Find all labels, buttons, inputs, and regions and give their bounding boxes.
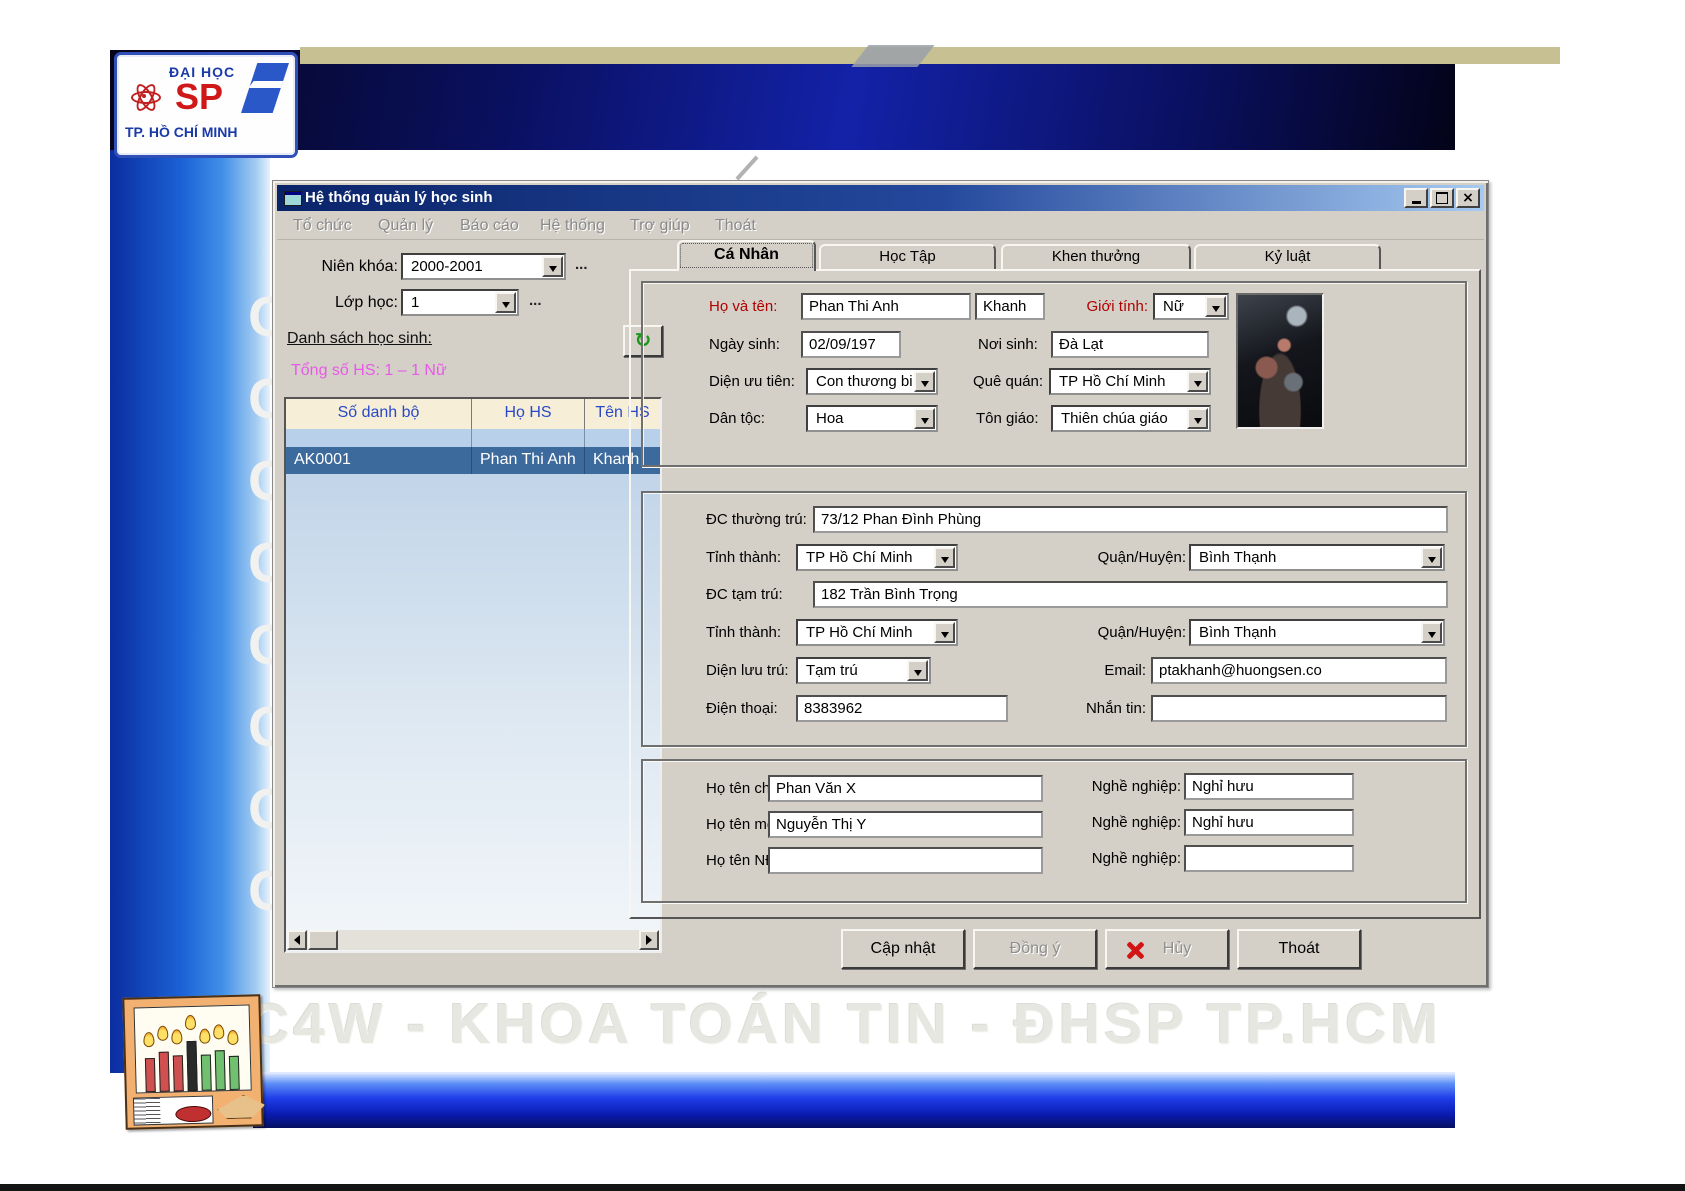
class-more-button[interactable]: ... [529,287,542,314]
maximize-button[interactable] [1430,188,1454,208]
minimize-button[interactable] [1404,188,1428,208]
cancel-x-icon [1125,941,1143,959]
tab-ca-nhan[interactable]: Cá Nhân [677,240,816,271]
header-band [110,50,1455,150]
logo-flag-shape [241,63,289,113]
list-row-empty[interactable] [286,429,660,447]
column-header-id[interactable]: Số danh bộ [286,399,472,429]
list-header: Số danh bộ Họ HS Tên HS [286,399,660,431]
school-year-combobox[interactable]: 2000-2001 [401,253,566,280]
menu-bao-cao[interactable]: Báo cáo [460,216,519,236]
slide: ĐẠI HỌC SP TP. HỒ CHÍ MINH C4W - KHOA TO… [0,0,1685,1191]
logo-line3: TP. HỒ CHÍ MINH [125,125,238,139]
cell-id: AK0001 [286,447,472,474]
candles-clipart [122,994,263,1130]
tab-ky-luat[interactable]: Kỷ luật [1194,244,1381,269]
bottom-blue-bar [253,1072,1455,1128]
chevron-down-icon[interactable] [495,292,516,313]
class-label: Lớp học: [293,289,398,316]
student-list-heading: Danh sách học sinh: [287,329,432,349]
menu-bar: Tổ chức Quản lý Báo cáo Hệ thống Trợ giú… [277,213,1484,240]
cancel-button[interactable]: Hủy [1105,929,1229,969]
cancel-label: Hủy [1163,940,1191,957]
scrollbar-thumb[interactable] [308,930,338,950]
title-bar[interactable]: Hệ thống quản lý học sinh × [277,185,1484,211]
window-title: Hệ thống quản lý học sinh [305,189,493,207]
app-window: Hệ thống quản lý học sinh × Tổ chức Quản… [272,180,1489,988]
update-button[interactable]: Cập nhật [841,929,965,969]
menu-he-thong[interactable]: Hệ thống [540,216,605,236]
horizontal-scrollbar[interactable] [287,930,659,950]
school-year-more-button[interactable]: ... [575,251,588,278]
tab-hoc-tap[interactable]: Học Tập [819,244,996,269]
close-button[interactable]: × [1456,188,1480,208]
menu-quan-ly[interactable]: Quản lý [378,216,433,236]
tan-strip-slash [851,45,934,67]
bottom-black-strip [0,1184,1685,1191]
menu-to-chuc[interactable]: Tổ chức [293,216,352,236]
menu-tro-giup[interactable]: Trợ giúp [630,216,690,236]
sidebar-blue-band [110,150,270,1073]
scroll-left-button[interactable] [287,930,307,950]
student-list: Số danh bộ Họ HS Tên HS AK0001 Phan Thi … [284,397,662,953]
candles-ribbon [217,1094,266,1119]
school-year-label: Niên khóa: [293,253,398,280]
list-row-selected[interactable]: AK0001 Phan Thi Anh Khanh [286,447,660,474]
watermark-bottom: C4W - KHOA TOÁN TIN - ĐHSP TP.HCM [248,992,1442,1056]
top-tan-strip [300,47,1560,64]
university-logo: ĐẠI HỌC SP TP. HỒ CHÍ MINH [114,52,298,158]
exit-button[interactable]: Thoát [1237,929,1361,969]
cell-ho: Phan Thi Anh [472,447,585,474]
atom-icon [129,81,159,111]
class-value: 1 [411,291,493,314]
tab-khen-thuong[interactable]: Khen thưởng [1001,244,1191,269]
window-icon [284,191,302,206]
agree-button[interactable]: Đồng ý [973,929,1097,969]
class-combobox[interactable]: 1 [401,289,519,316]
candles-card [134,1005,252,1094]
diagonal-mark [735,156,758,181]
tab-page-border [629,269,1481,919]
column-header-ho[interactable]: Họ HS [472,399,585,429]
total-students-text: Tổng số HS: 1 – 1 Nữ [291,361,447,381]
scroll-right-button[interactable] [639,930,659,950]
school-year-value: 2000-2001 [411,255,540,278]
logo-line2: SP [175,79,223,115]
chevron-down-icon[interactable] [542,256,563,277]
menu-thoat[interactable]: Thoát [715,216,756,236]
